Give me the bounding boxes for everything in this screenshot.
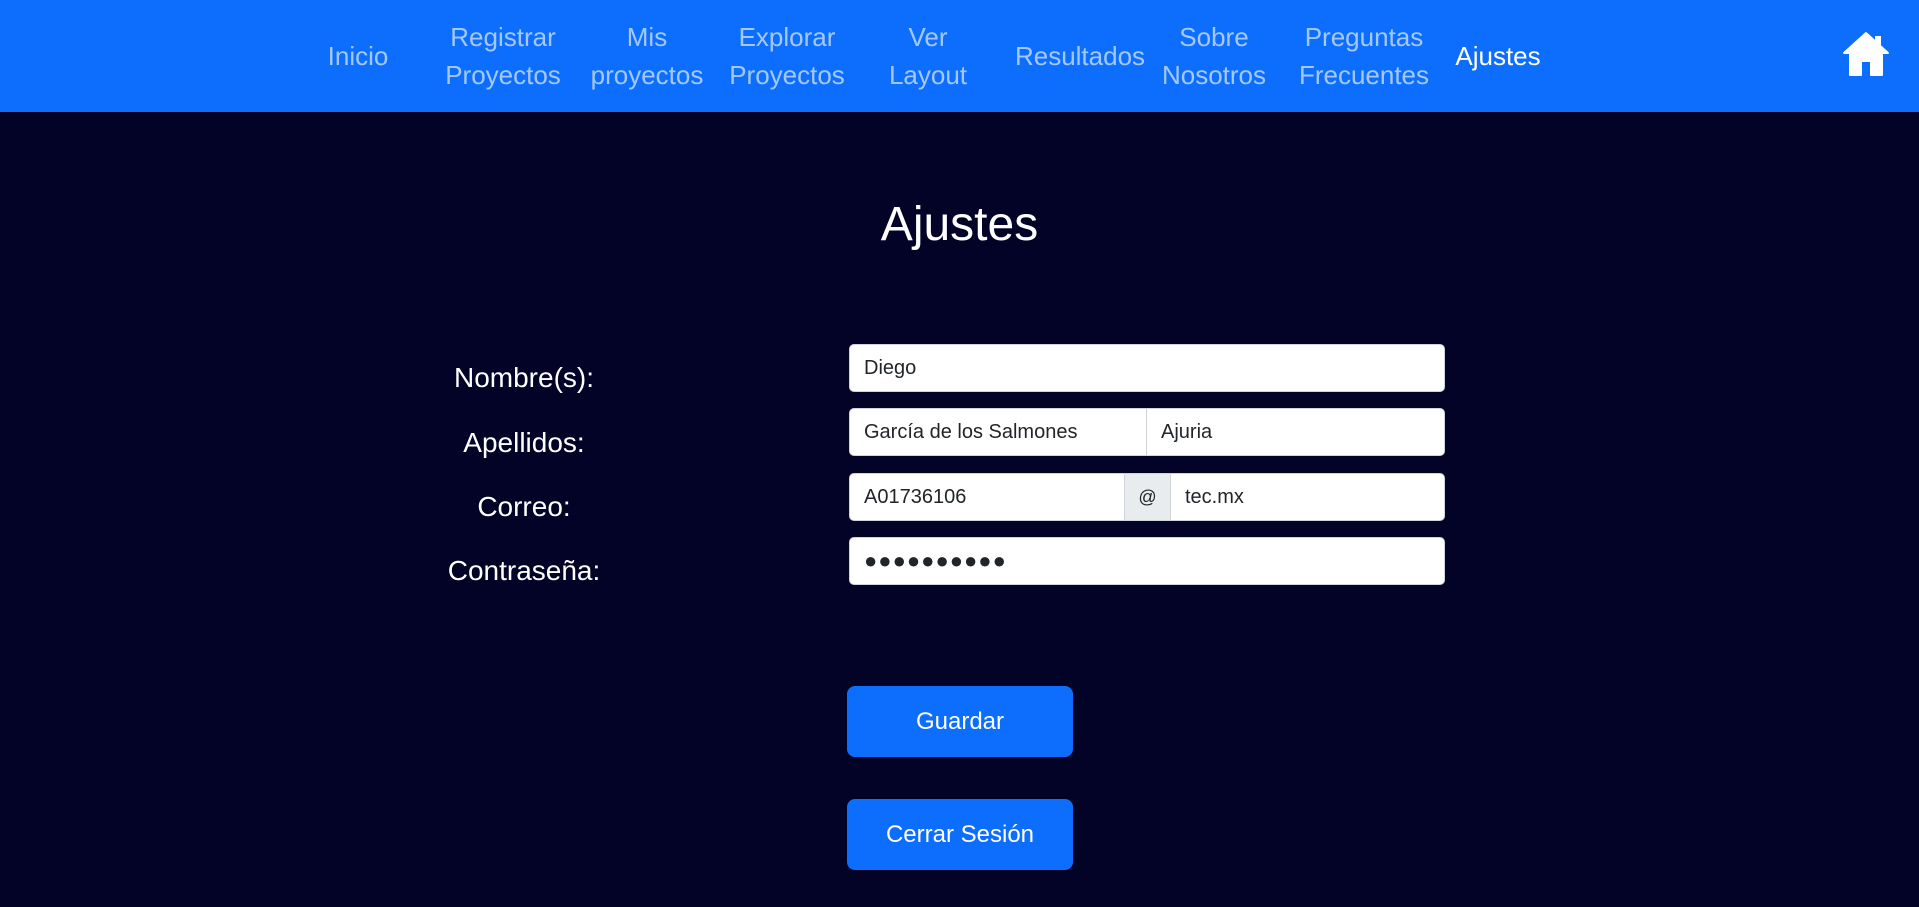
password-input[interactable] [849, 537, 1445, 585]
apellidos-label: Apellidos: [463, 427, 585, 458]
nav-item-mis-proyectos[interactable]: Mis proyectos [585, 0, 709, 112]
apellido-materno-input[interactable] [1147, 408, 1445, 456]
nav-label: Explorar Proyectos [729, 22, 845, 90]
nav-item-resultados[interactable]: Resultados [1012, 0, 1148, 112]
nav-label: Sobre Nosotros [1161, 22, 1267, 90]
nav-label: Inicio [327, 41, 389, 71]
correo-domain-input[interactable] [1171, 473, 1445, 521]
nav-label: Ver Layout [888, 22, 968, 90]
apellidos-group [849, 408, 1445, 456]
top-navbar: Inicio Registrar Proyectos Mis proyectos… [0, 0, 1919, 112]
home-icon[interactable] [1842, 30, 1890, 78]
nav-item-inicio[interactable]: Inicio [318, 0, 398, 112]
nav-label: Resultados [1014, 41, 1146, 71]
correo-label: Correo: [477, 491, 571, 522]
nav-label: Registrar Proyectos [445, 22, 561, 90]
at-sign-addon: @ [1125, 473, 1171, 521]
page-title: Ajustes [880, 198, 1039, 251]
nombre-label: Nombre(s): [453, 362, 594, 393]
nav-item-ver-layout[interactable]: Ver Layout [878, 0, 978, 112]
contrasena-label: Contraseña: [447, 555, 601, 586]
nav-label: Ajustes [1455, 41, 1541, 71]
correo-group: @ [849, 473, 1445, 521]
nav-label: Preguntas Frecuentes [1298, 22, 1430, 90]
nav-item-preguntas-frecuentes[interactable]: Preguntas Frecuentes [1296, 0, 1432, 112]
apellido-paterno-input[interactable] [849, 408, 1147, 456]
cerrar-sesion-button[interactable]: Cerrar Sesión [847, 799, 1073, 870]
nav-item-ajustes[interactable]: Ajustes [1452, 0, 1544, 112]
nav-label: Mis proyectos [590, 22, 704, 90]
guardar-button[interactable]: Guardar [847, 686, 1073, 757]
correo-user-input[interactable] [849, 473, 1125, 521]
nombre-input[interactable] [849, 344, 1445, 392]
nav-item-explorar-proyectos[interactable]: Explorar Proyectos [728, 0, 846, 112]
nav-item-sobre-nosotros[interactable]: Sobre Nosotros [1156, 0, 1272, 112]
nav-item-registrar-proyectos[interactable]: Registrar Proyectos [440, 0, 566, 112]
